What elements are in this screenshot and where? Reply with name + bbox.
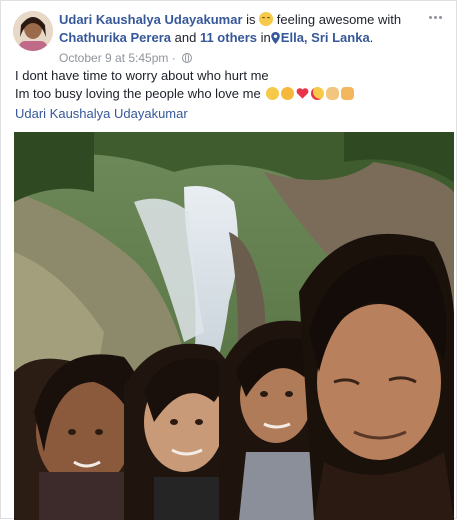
meta-separator: · [171, 51, 176, 65]
smiling-face-icon [281, 87, 295, 100]
location-link[interactable]: Ella, Sri Lanka [281, 30, 370, 45]
period-text: . [369, 30, 374, 45]
smiling-face-icon [259, 12, 274, 26]
mention-link[interactable]: Udari Kaushalya Udayakumar [15, 106, 188, 121]
others-link[interactable]: 11 others [200, 30, 257, 45]
post-meta: October 9 at 5:45pm · [59, 49, 420, 67]
emoji-row [266, 87, 355, 100]
location-pin-icon [271, 32, 280, 44]
tagged-user-link[interactable]: Chathurika Perera [59, 30, 171, 45]
thumbs-up-icon [341, 87, 355, 100]
body-line-1: I dont have time to worry about who hurt… [15, 68, 269, 83]
selfie-waterfall-photo [14, 132, 454, 520]
author-avatar[interactable] [13, 11, 53, 51]
heart-eyes-icon [311, 87, 325, 100]
post-photo[interactable] [14, 132, 454, 520]
post-header-text: Udari Kaushalya Udayakumar is feeling aw… [59, 11, 420, 67]
body-line-2: Im too busy loving the people who love m… [15, 86, 261, 101]
feeling-text: feeling awesome with [276, 12, 402, 27]
post-header: Udari Kaushalya Udayakumar is feeling aw… [13, 9, 444, 65]
globe-icon[interactable] [182, 53, 193, 63]
in-text: in [260, 30, 271, 45]
facebook-post: Udari Kaushalya Udayakumar is feeling aw… [0, 0, 457, 520]
kiss-face-icon [266, 87, 280, 100]
timestamp-link[interactable]: October 9 at 5:45pm [59, 51, 168, 65]
ok-hand-icon [326, 87, 340, 100]
author-name-link[interactable]: Udari Kaushalya Udayakumar [59, 12, 243, 27]
body-line-2-wrap: Im too busy loving the people who love m… [15, 85, 444, 103]
red-heart-icon [296, 88, 309, 99]
post-body: I dont have time to worry about who hurt… [15, 67, 444, 103]
is-text: is [246, 12, 256, 27]
more-options-icon[interactable] [426, 11, 444, 23]
and-text: and [174, 30, 197, 45]
